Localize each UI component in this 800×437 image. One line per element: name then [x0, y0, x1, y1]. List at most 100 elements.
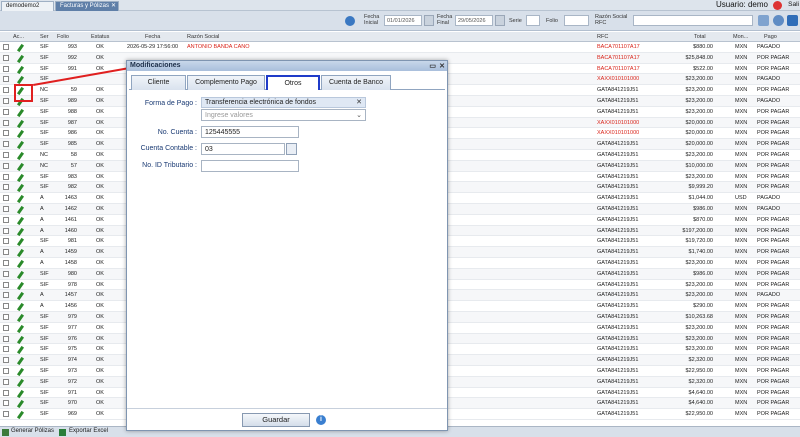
row-checkbox[interactable]	[3, 205, 9, 212]
calendar-icon[interactable]	[424, 15, 434, 26]
serie-input[interactable]	[526, 15, 540, 26]
edit-icon[interactable]	[16, 119, 25, 128]
edit-icon[interactable]	[16, 162, 25, 171]
fecha-final-input[interactable]: 29/05/2026	[455, 15, 493, 26]
row-checkbox[interactable]	[3, 378, 9, 385]
tab-facturas[interactable]: Facturas y Pólizas ✕	[55, 1, 119, 11]
edit-icon[interactable]	[16, 346, 25, 355]
row-checkbox[interactable]	[3, 335, 9, 342]
minimize-icon[interactable]: ▭	[429, 62, 436, 70]
edit-icon[interactable]	[16, 270, 25, 279]
row-checkbox[interactable]	[3, 184, 9, 191]
edit-icon[interactable]	[16, 130, 25, 139]
edit-icon[interactable]	[16, 389, 25, 398]
row-checkbox[interactable]	[3, 195, 9, 202]
col-rfc[interactable]: RFC	[597, 34, 608, 40]
row-checkbox[interactable]	[3, 313, 9, 320]
edit-icon[interactable]	[16, 400, 25, 409]
search-icon[interactable]	[286, 143, 297, 155]
row-checkbox[interactable]	[3, 97, 9, 104]
row-checkbox[interactable]	[3, 151, 9, 158]
cuenta-contable-input[interactable]: 03	[201, 143, 285, 155]
row-checkbox[interactable]	[3, 238, 9, 245]
edit-icon[interactable]	[16, 151, 25, 161]
row-checkbox[interactable]	[3, 400, 9, 407]
id-tributario-input[interactable]	[201, 160, 299, 172]
edit-icon[interactable]	[16, 302, 25, 312]
edit-icon[interactable]	[16, 249, 25, 258]
row-checkbox[interactable]	[3, 65, 9, 72]
logout-link[interactable]: Sali	[788, 1, 799, 8]
edit-icon[interactable]	[16, 324, 25, 333]
guardar-button[interactable]: Guardar	[242, 413, 310, 427]
row-checkbox[interactable]	[3, 87, 9, 94]
edit-icon[interactable]	[16, 216, 25, 225]
col-folio[interactable]: Folio	[57, 34, 69, 40]
folio-input[interactable]	[564, 15, 589, 26]
row-checkbox[interactable]	[3, 227, 9, 234]
row-checkbox[interactable]	[3, 281, 9, 288]
row-checkbox[interactable]	[3, 108, 9, 115]
edit-icon[interactable]	[16, 65, 25, 74]
row-checkbox[interactable]	[3, 324, 9, 331]
tab-cliente[interactable]: Cliente	[131, 75, 186, 90]
col-pago[interactable]: Pago	[764, 34, 777, 40]
row-checkbox[interactable]	[3, 162, 9, 169]
chevron-down-icon[interactable]: ⌄	[356, 111, 362, 119]
row-checkbox[interactable]	[3, 130, 9, 137]
col-moneda[interactable]: Mon...	[733, 34, 748, 40]
close-icon[interactable]: ✕	[439, 62, 445, 70]
row-checkbox[interactable]	[3, 346, 9, 353]
col-ac[interactable]: Ac...	[13, 34, 24, 40]
row-checkbox[interactable]	[3, 357, 9, 364]
remove-tag-icon[interactable]: ✕	[356, 98, 362, 106]
info-icon[interactable]	[773, 15, 784, 26]
tab-demodemo2[interactable]: demodemo2	[1, 1, 54, 11]
refresh-icon[interactable]	[345, 16, 355, 26]
edit-icon[interactable]	[16, 184, 25, 193]
tab-cuenta-banco[interactable]: Cuenta de Banco	[321, 75, 391, 90]
tab-complemento-pago[interactable]: Complemento Pago	[187, 75, 265, 90]
excel-icon[interactable]	[787, 15, 798, 26]
edit-icon[interactable]	[16, 281, 25, 290]
row-checkbox[interactable]	[3, 249, 9, 256]
col-razon[interactable]: Razón Social	[187, 34, 219, 40]
row-checkbox[interactable]	[3, 367, 9, 374]
col-total[interactable]: Total	[694, 34, 706, 40]
col-estatus[interactable]: Estatus	[91, 34, 109, 40]
edit-icon[interactable]	[16, 259, 25, 269]
row-checkbox[interactable]	[3, 389, 9, 396]
edit-icon[interactable]	[16, 378, 25, 387]
info-icon[interactable]: i	[316, 415, 326, 425]
edit-icon[interactable]	[16, 335, 25, 344]
edit-icon[interactable]	[16, 356, 25, 366]
col-ser[interactable]: Ser	[40, 34, 49, 40]
row-checkbox[interactable]	[3, 270, 9, 277]
row-checkbox[interactable]	[3, 141, 9, 148]
row-checkbox[interactable]	[3, 216, 9, 223]
edit-icon[interactable]	[16, 173, 25, 182]
col-fecha[interactable]: Fecha	[145, 34, 160, 40]
no-cuenta-input[interactable]: 125445555	[201, 126, 299, 138]
edit-icon[interactable]	[16, 313, 25, 323]
fecha-inicial-input[interactable]: 01/01/2026	[384, 15, 422, 26]
forma-pago-tag[interactable]: Transferencia electrónica de fondos ✕	[201, 97, 366, 108]
exportar-excel-button[interactable]: Exportar Excel	[69, 428, 108, 434]
row-checkbox[interactable]	[3, 76, 9, 83]
forma-pago-input[interactable]: Ingrese valores ⌄	[201, 109, 366, 121]
edit-icon[interactable]	[16, 238, 25, 247]
calendar-icon[interactable]	[495, 15, 505, 26]
edit-icon[interactable]	[16, 205, 25, 215]
edit-icon[interactable]	[16, 43, 25, 53]
row-checkbox[interactable]	[3, 119, 9, 126]
edit-icon[interactable]	[16, 195, 25, 204]
row-checkbox[interactable]	[3, 259, 9, 266]
edit-icon[interactable]	[16, 227, 25, 236]
row-checkbox[interactable]	[3, 303, 9, 310]
generar-polizas-button[interactable]: Generar Pólizas	[11, 428, 54, 434]
edit-icon[interactable]	[16, 292, 25, 301]
edit-icon[interactable]	[16, 108, 25, 117]
edit-icon[interactable]	[16, 54, 25, 63]
row-checkbox[interactable]	[3, 54, 9, 61]
row-checkbox[interactable]	[3, 173, 9, 180]
